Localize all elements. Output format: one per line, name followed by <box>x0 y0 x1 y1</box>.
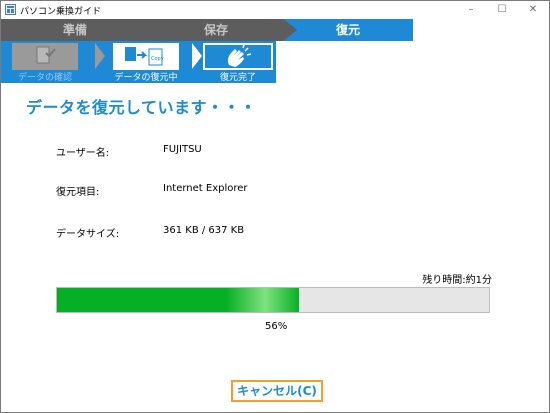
remaining-time: 残り時間:約1分 <box>422 275 492 286</box>
user-name-value: FUJITSU <box>163 144 202 155</box>
substep-label: データの復元中 <box>114 73 178 83</box>
step-save: 保存 <box>135 19 297 41</box>
app-window: パソコン乗換ガイド – ☐ ✕ 準備 保存 復元 データの確認 Copy データ… <box>0 0 550 413</box>
window-title: パソコン乗換ガイド <box>20 7 102 17</box>
user-name-label: ユーザー名: <box>56 148 110 159</box>
progress-bar <box>56 287 490 313</box>
step-header: 準備 保存 復元 <box>1 19 549 41</box>
app-icon <box>5 4 16 15</box>
substep-box <box>12 43 78 70</box>
document-check-icon <box>36 46 56 64</box>
page-title: データを復元しています・・・ <box>26 98 257 117</box>
substep-restoring: Copy データの復元中 <box>99 43 193 83</box>
step-restore: 復元 <box>283 19 413 41</box>
step-prepare: 準備 <box>1 19 149 41</box>
progress-fill <box>57 288 299 312</box>
minimize-button[interactable]: – <box>456 2 486 18</box>
substep-data-check: データの確認 <box>1 43 89 83</box>
maximize-button[interactable]: ☐ <box>487 2 517 18</box>
restore-item-label: 復元項目: <box>56 187 100 198</box>
copy-icon: Copy <box>125 47 164 66</box>
close-button[interactable]: ✕ <box>518 2 548 18</box>
substep-label: データの確認 <box>17 73 72 83</box>
step-arrow <box>283 19 297 41</box>
progress-percent: 56% <box>265 321 288 332</box>
cancel-button[interactable]: キャンセル(C) <box>231 380 323 402</box>
title-bar: パソコン乗換ガイド – ☐ ✕ <box>1 1 549 19</box>
svg-text:Copy: Copy <box>151 56 164 62</box>
data-size-value: 361 KB / 637 KB <box>163 225 245 236</box>
data-size-label: データサイズ: <box>56 229 120 240</box>
step-arrow <box>135 19 149 41</box>
substep-complete: 復元完了 <box>198 43 278 83</box>
substep-box: Copy <box>113 43 179 70</box>
restore-item-value: Internet Explorer <box>163 183 248 194</box>
applause-icon <box>227 44 252 67</box>
substep-box <box>203 43 273 70</box>
substep-label: 復元完了 <box>219 73 256 83</box>
